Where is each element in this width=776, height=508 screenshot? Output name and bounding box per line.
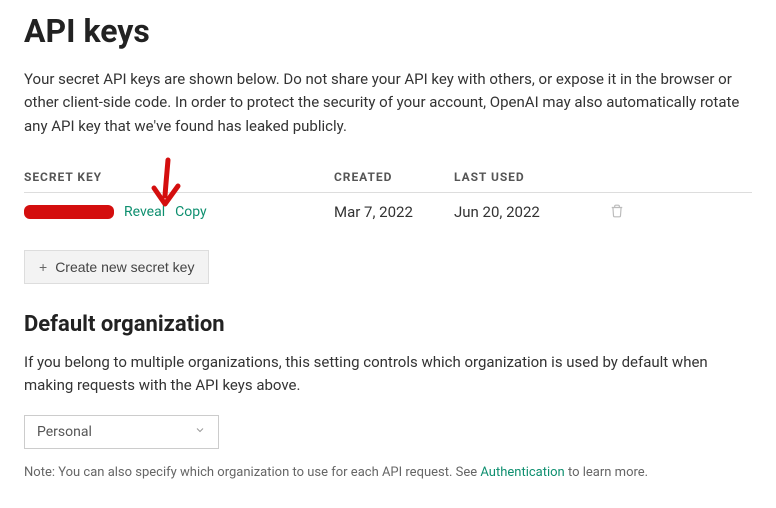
note-prefix: Note: You can also specify which organiz…	[24, 465, 480, 480]
header-created: CREATED	[334, 170, 454, 184]
page-title: API keys	[24, 12, 752, 50]
reveal-link[interactable]: Reveal	[124, 204, 165, 220]
org-select[interactable]: Personal	[24, 415, 219, 449]
chevron-down-icon	[194, 424, 206, 440]
row-actions	[594, 203, 624, 222]
org-note: Note: You can also specify which organiz…	[24, 465, 752, 480]
table-header-row: SECRET KEY CREATED LAST USED	[24, 162, 752, 193]
redacted-key	[24, 205, 114, 219]
copy-link[interactable]: Copy	[175, 204, 207, 220]
authentication-link[interactable]: Authentication	[480, 465, 564, 480]
default-org-description: If you belong to multiple organizations,…	[24, 351, 752, 398]
default-org-heading: Default organization	[24, 312, 752, 337]
created-date: Mar 7, 2022	[334, 203, 454, 221]
header-actions	[594, 170, 624, 184]
header-secret-key: SECRET KEY	[24, 170, 334, 184]
page-description: Your secret API keys are shown below. Do…	[24, 68, 752, 138]
plus-icon: +	[39, 259, 47, 275]
header-last-used: LAST USED	[454, 170, 594, 184]
last-used-date: Jun 20, 2022	[454, 203, 594, 221]
create-button-label: Create new secret key	[55, 259, 194, 275]
delete-icon[interactable]	[610, 203, 624, 222]
note-suffix: to learn more.	[565, 465, 648, 480]
create-secret-key-button[interactable]: + Create new secret key	[24, 250, 209, 284]
api-key-row: Reveal Copy Mar 7, 2022 Jun 20, 2022	[24, 193, 752, 232]
secret-key-cell: Reveal Copy	[24, 204, 334, 220]
org-select-value: Personal	[37, 424, 92, 440]
